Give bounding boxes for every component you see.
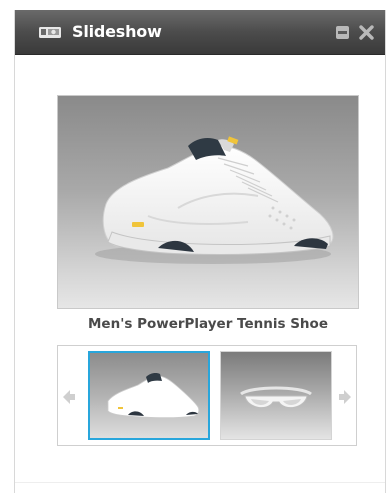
thumbnail-strip (57, 345, 357, 446)
tennis-shoe-thumbnail (107, 373, 200, 419)
slideshow-widget: Slideshow Men's PowerPlayer Tennis Shoe (14, 10, 386, 493)
minimize-icon[interactable] (335, 25, 350, 40)
arrow-left-icon[interactable] (62, 389, 76, 405)
thumbnail-tennis-shoe[interactable] (88, 351, 210, 440)
close-icon[interactable] (359, 25, 374, 40)
widget-titlebar: Slideshow (15, 10, 385, 55)
widget-title: Slideshow (72, 22, 162, 41)
thumbnail-sunglasses[interactable] (220, 351, 332, 440)
tennis-shoe-image (95, 136, 334, 264)
widget-bottom-divider (15, 482, 385, 483)
sunglasses-thumbnail (240, 386, 312, 409)
camera-icon (39, 27, 61, 38)
slide-caption: Men's PowerPlayer Tennis Shoe (88, 316, 328, 332)
main-slide-image[interactable] (57, 95, 359, 309)
arrow-right-icon[interactable] (338, 389, 352, 405)
